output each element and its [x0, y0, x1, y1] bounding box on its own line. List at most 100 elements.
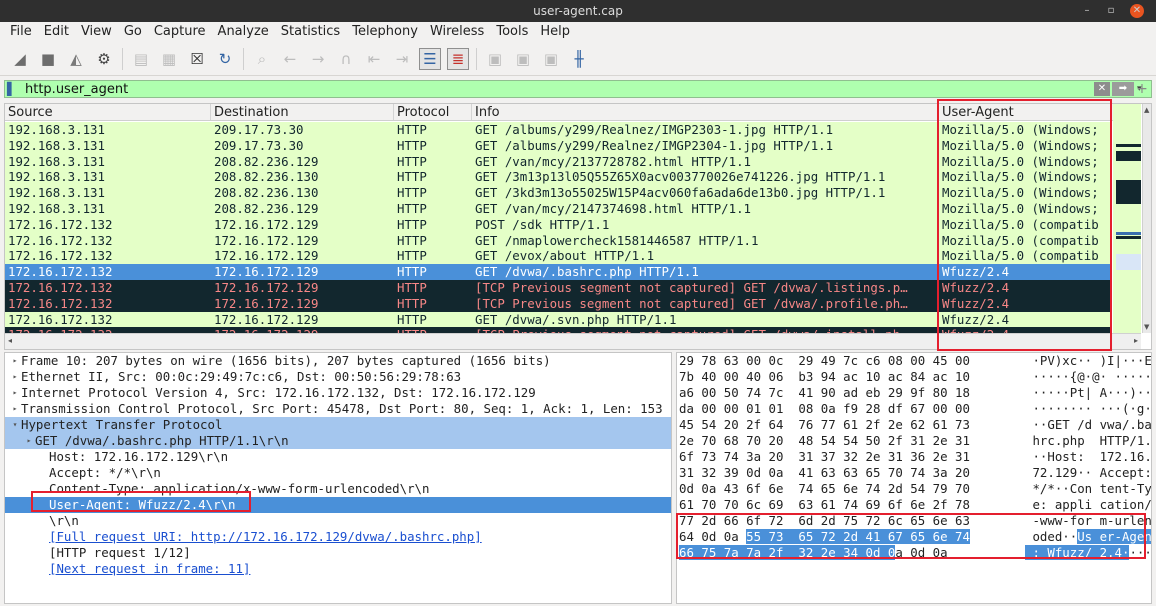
- detail-tree-item[interactable]: Host: 172.16.172.129\r\n: [5, 449, 671, 465]
- detail-tree-item[interactable]: [Next request in frame: 11]: [5, 561, 671, 577]
- detail-tree-item[interactable]: User-Agent: Wfuzz/2.4\r\n: [5, 497, 671, 513]
- bytes-hex[interactable]: 2e 70 68 70 20 48 54 54 50 2f 31 2e 31: [679, 433, 970, 449]
- menu-statistics[interactable]: Statistics: [275, 22, 346, 42]
- bytes-hex[interactable]: da 00 00 01 01 08 0a f9 28 df 67 00 00: [679, 401, 970, 417]
- zoom-in-icon[interactable]: ▣: [484, 48, 506, 70]
- bytes-hex[interactable]: 29 78 63 00 0c 29 49 7c c6 08 00 45 00: [679, 353, 970, 369]
- go-back-icon[interactable]: ←: [279, 48, 301, 70]
- bytes-hex[interactable]: 61 70 70 6c 69 63 61 74 69 6f 6e 2f 78: [679, 497, 970, 513]
- menu-view[interactable]: View: [75, 22, 118, 42]
- detail-tree-item[interactable]: Accept: */*\r\n: [5, 465, 671, 481]
- collapsed-arrow-icon[interactable]: ▸: [9, 369, 21, 385]
- collapsed-arrow-icon[interactable]: ▸: [9, 385, 21, 401]
- bytes-ascii[interactable]: */*··Con tent-Typ: [1025, 481, 1151, 497]
- bytes-ascii[interactable]: ·····Pt| A···)···: [1025, 385, 1151, 401]
- bytes-hex[interactable]: 31 32 39 0d 0a 41 63 63 65 70 74 3a 20: [679, 465, 970, 481]
- bytes-hex[interactable]: a6 00 50 74 7c 41 90 ad eb 29 9f 80 18: [679, 385, 970, 401]
- packet-row[interactable]: 172.16.172.132 172.16.172.129 HTTP GET /dvw…: [5, 264, 1111, 280]
- display-filter-input[interactable]: [21, 81, 1094, 97]
- menu-tools[interactable]: Tools: [490, 22, 534, 42]
- menu-wireless[interactable]: Wireless: [424, 22, 490, 42]
- detail-tree-item[interactable]: Content-Type: application/x-www-form-url…: [5, 481, 671, 497]
- menu-analyze[interactable]: Analyze: [212, 22, 275, 42]
- bytes-hex[interactable]: 45 54 20 2f 64 76 77 61 2f 2e 62 61 73: [679, 417, 970, 433]
- detail-tree-item[interactable]: [Full request URI: http://172.16.172.129…: [5, 529, 671, 545]
- capture-options-icon[interactable]: ⚙: [93, 48, 115, 70]
- detail-tree-item[interactable]: [HTTP request 1/12]: [5, 545, 671, 561]
- go-to-packet-icon[interactable]: ∩: [335, 48, 357, 70]
- packet-row[interactable]: 172.16.172.132 172.16.172.129 HTTP POST /sd…: [5, 216, 1111, 233]
- packet-row[interactable]: 172.16.172.132 172.16.172.129 HTTP [TCP Pre…: [5, 279, 1111, 296]
- expanded-arrow-icon[interactable]: ▾: [9, 417, 21, 433]
- packet-row[interactable]: 192.168.3.131 208.82.236.130 HTTP GET /3kd3…: [5, 185, 1111, 201]
- find-packet-icon[interactable]: ⌕: [251, 48, 273, 70]
- detail-tree-item[interactable]: ▸ Frame 10: 207 bytes on wire (1656 bits)…: [5, 353, 671, 369]
- reload-file-icon[interactable]: ↻: [214, 48, 236, 70]
- packet-list-vertical-scrollbar[interactable]: ▲ ▼: [1142, 104, 1151, 333]
- detail-tree-item[interactable]: ▸ GET /dvwa/.bashrc.php HTTP/1.1\r\n: [5, 433, 671, 449]
- collapsed-arrow-icon[interactable]: ▸: [9, 401, 21, 417]
- collapsed-arrow-icon[interactable]: ▸: [9, 353, 21, 369]
- menu-help[interactable]: Help: [534, 22, 576, 42]
- collapsed-arrow-icon[interactable]: ▸: [23, 433, 35, 449]
- maximize-icon[interactable]: ▫: [1104, 4, 1118, 18]
- column-header-source[interactable]: Source: [5, 104, 211, 120]
- detail-tree-item[interactable]: \r\n: [5, 513, 671, 529]
- packet-row[interactable]: 172.16.172.132 172.16.172.129 HTTP GET /evo…: [5, 248, 1111, 265]
- packet-row[interactable]: 192.168.3.131 209.17.73.30 HTTP GET /albums…: [5, 137, 1111, 154]
- column-header-protocol[interactable]: Protocol: [394, 104, 472, 120]
- bytes-ascii[interactable]: ··GET /d vwa/.bas: [1025, 417, 1151, 433]
- bytes-hex[interactable]: 6f 73 74 3a 20 31 37 32 2e 31 36 2e 31: [679, 449, 970, 465]
- first-packet-icon[interactable]: ⇤: [363, 48, 385, 70]
- normal-size-icon[interactable]: ▣: [540, 48, 562, 70]
- bookmark-icon[interactable]: ▌: [7, 82, 21, 96]
- detail-tree-item[interactable]: ▸ Ethernet II, Src: 00:0c:29:49:7c:c6, Ds…: [5, 369, 671, 385]
- open-file-icon[interactable]: ▤: [130, 48, 152, 70]
- bytes-ascii[interactable]: hrc.php HTTP/1.1: [1025, 433, 1151, 449]
- bytes-ascii[interactable]: ·PV)xc·· )I|···E·: [1025, 353, 1151, 369]
- bytes-ascii[interactable]: -www-for m-urlenc: [1025, 513, 1151, 529]
- autoscroll-icon[interactable]: ☰: [419, 47, 441, 70]
- menu-file[interactable]: File: [4, 22, 38, 42]
- packet-row[interactable]: 172.16.172.132 172.16.172.129 HTTP GET /nma…: [5, 232, 1111, 249]
- packet-row[interactable]: 192.168.3.131 209.17.73.30 HTTP GET /albums…: [5, 122, 1111, 138]
- bytes-ascii[interactable]: 72.129·· Accept:: [1025, 465, 1151, 481]
- resize-columns-icon[interactable]: ╫: [568, 48, 590, 70]
- packet-row[interactable]: 192.168.3.131 208.82.236.130 HTTP GET /3m13…: [5, 169, 1111, 186]
- bytes-ascii[interactable]: e: appli cation/x: [1025, 497, 1151, 513]
- bytes-ascii[interactable]: ·····{@·@· ········: [1025, 369, 1151, 385]
- start-capture-icon[interactable]: ◢: [9, 48, 31, 70]
- stop-capture-icon[interactable]: ■: [37, 48, 59, 70]
- bytes-ascii[interactable]: ········ ···(·g··: [1025, 401, 1151, 417]
- column-header-user-agent[interactable]: User-Agent: [939, 104, 1111, 120]
- restart-capture-icon[interactable]: ◭: [65, 48, 87, 70]
- save-file-icon[interactable]: ▦: [158, 48, 180, 70]
- packet-list-horizontal-scrollbar[interactable]: ◂ ▸: [5, 333, 1141, 349]
- apply-filter-icon[interactable]: ➡: [1112, 82, 1134, 96]
- bytes-hex[interactable]: 0d 0a 43 6f 6e 74 65 6e 74 2d 54 79 70: [679, 481, 970, 497]
- packet-row[interactable]: 172.16.172.132 172.16.172.129 HTTP GET /dvw…: [5, 311, 1111, 328]
- bytes-hex[interactable]: 77 2d 66 6f 72 6d 2d 75 72 6c 65 6e 63: [679, 513, 970, 529]
- menu-edit[interactable]: Edit: [38, 22, 75, 42]
- packet-row[interactable]: 192.168.3.131 208.82.236.129 HTTP GET /van/…: [5, 153, 1111, 170]
- go-forward-icon[interactable]: →: [307, 48, 329, 70]
- packet-row[interactable]: 192.168.3.131 208.82.236.129 HTTP GET /van/…: [5, 200, 1111, 217]
- packet-row[interactable]: 172.16.172.132 172.16.172.129 HTTP [TCP Pre…: [5, 295, 1111, 312]
- colorize-icon[interactable]: ≣: [447, 47, 469, 70]
- bytes-ascii[interactable]: ··Host: 172.16.1: [1025, 449, 1151, 465]
- bytes-ascii[interactable]: : Wfuzz/ 2.4····: [1025, 545, 1151, 561]
- minimize-icon[interactable]: –: [1080, 4, 1094, 18]
- detail-tree-item[interactable]: ▸ Transmission Control Protocol, Src Port…: [5, 401, 671, 417]
- close-file-icon[interactable]: ☒: [186, 48, 208, 70]
- add-filter-button-icon[interactable]: +: [1132, 80, 1152, 98]
- bytes-hex[interactable]: 66 75 7a 7a 2f 32 2e 34 0d 0a 0d 0a: [679, 545, 948, 561]
- clear-filter-icon[interactable]: ✕: [1094, 82, 1110, 96]
- column-header-destination[interactable]: Destination: [211, 104, 394, 120]
- menu-telephony[interactable]: Telephony: [346, 22, 424, 42]
- intelligent-scrollbar[interactable]: [1113, 104, 1141, 333]
- close-icon[interactable]: ✕: [1130, 4, 1144, 18]
- detail-tree-item[interactable]: ▾ Hypertext Transfer Protocol: [5, 417, 671, 433]
- bytes-ascii[interactable]: oded··Us er-Agent: [1025, 529, 1151, 545]
- last-packet-icon[interactable]: ⇥: [391, 48, 413, 70]
- menu-go[interactable]: Go: [118, 22, 148, 42]
